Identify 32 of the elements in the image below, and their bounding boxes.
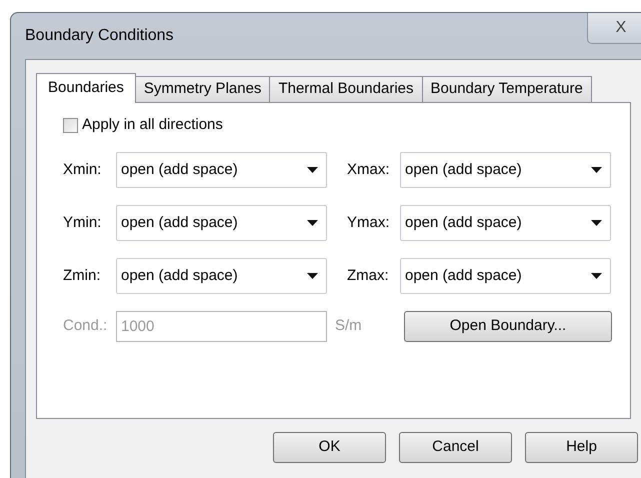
- caret-icon: [307, 220, 318, 226]
- field-label: Xmin:: [63, 160, 102, 180]
- caret-icon: [307, 167, 318, 173]
- checkbox[interactable]: [63, 118, 78, 132]
- caret-icon: [307, 273, 318, 279]
- dropdown[interactable]: open (add space): [400, 258, 611, 294]
- unit-label: S/m: [334, 316, 363, 336]
- dialog-button[interactable]: Cancel: [399, 432, 512, 463]
- dropdown[interactable]: open (add space): [400, 205, 611, 241]
- tab[interactable]: Boundaries: [36, 73, 136, 103]
- dialog-button[interactable]: Help: [525, 432, 638, 463]
- dropdown[interactable]: open (add space): [116, 205, 327, 241]
- close-button[interactable]: X: [587, 13, 641, 44]
- tab[interactable]: Symmetry Planes: [136, 76, 270, 102]
- field-label: Zmax:: [347, 266, 390, 286]
- dropdown[interactable]: open (add space): [116, 258, 327, 294]
- tab[interactable]: Boundary Temperature: [422, 76, 592, 102]
- field-label: Zmin:: [63, 266, 102, 286]
- window-title: Boundary Conditions: [25, 26, 174, 46]
- dialog-button[interactable]: OK: [273, 432, 386, 463]
- caret-icon: [591, 273, 602, 279]
- dialog-button[interactable]: Open Boundary...: [404, 311, 612, 342]
- field-label: Ymin:: [63, 212, 102, 233]
- caret-icon: [591, 220, 602, 226]
- field-label: Xmax:: [347, 160, 391, 180]
- tab[interactable]: Thermal Boundaries: [270, 76, 423, 102]
- checkbox-label: Apply in all directions: [82, 114, 223, 135]
- dropdown[interactable]: open (add space): [116, 152, 327, 188]
- field-label: Ymax:: [347, 212, 391, 233]
- field-label: Cond.:: [63, 316, 108, 336]
- caret-icon: [591, 167, 602, 173]
- dropdown[interactable]: open (add space): [400, 152, 611, 188]
